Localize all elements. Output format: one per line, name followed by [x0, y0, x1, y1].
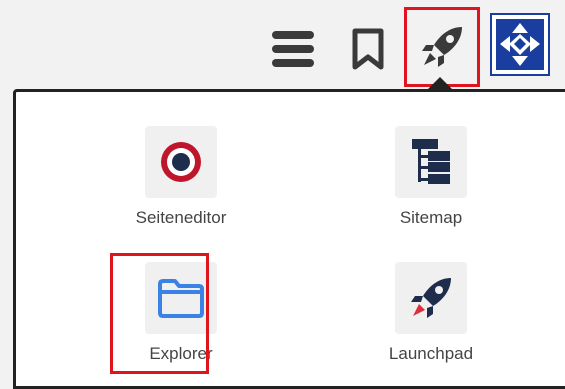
app-label: Seiteneditor: [135, 208, 227, 227]
app-label: Sitemap: [399, 208, 463, 227]
target-icon: [161, 142, 201, 182]
sitemap-icon: [412, 139, 450, 184]
launchpad-dropdown-panel: Seiteneditor Sitemap Explorer Launchpad: [13, 89, 565, 389]
user-avatar-logo[interactable]: [490, 13, 550, 76]
app-label: Launchpad: [388, 344, 474, 363]
dropdown-caret: [428, 77, 452, 89]
bookmark-icon[interactable]: [350, 27, 386, 71]
rocket-icon: [411, 278, 451, 318]
launchpad-toggle-button[interactable]: [404, 7, 480, 87]
rocket-icon: [422, 27, 462, 67]
app-tile[interactable]: [395, 126, 467, 198]
app-tile[interactable]: [395, 262, 467, 334]
hamburger-menu-icon[interactable]: [270, 27, 316, 71]
app-sitemap[interactable]: Sitemap: [366, 126, 496, 228]
app-tile[interactable]: [145, 126, 217, 198]
app-seiteneditor[interactable]: Seiteneditor: [116, 126, 246, 228]
app-launchpad[interactable]: Launchpad: [366, 262, 496, 364]
top-toolbar: [0, 0, 565, 92]
explorer-highlight-box: [110, 253, 209, 374]
